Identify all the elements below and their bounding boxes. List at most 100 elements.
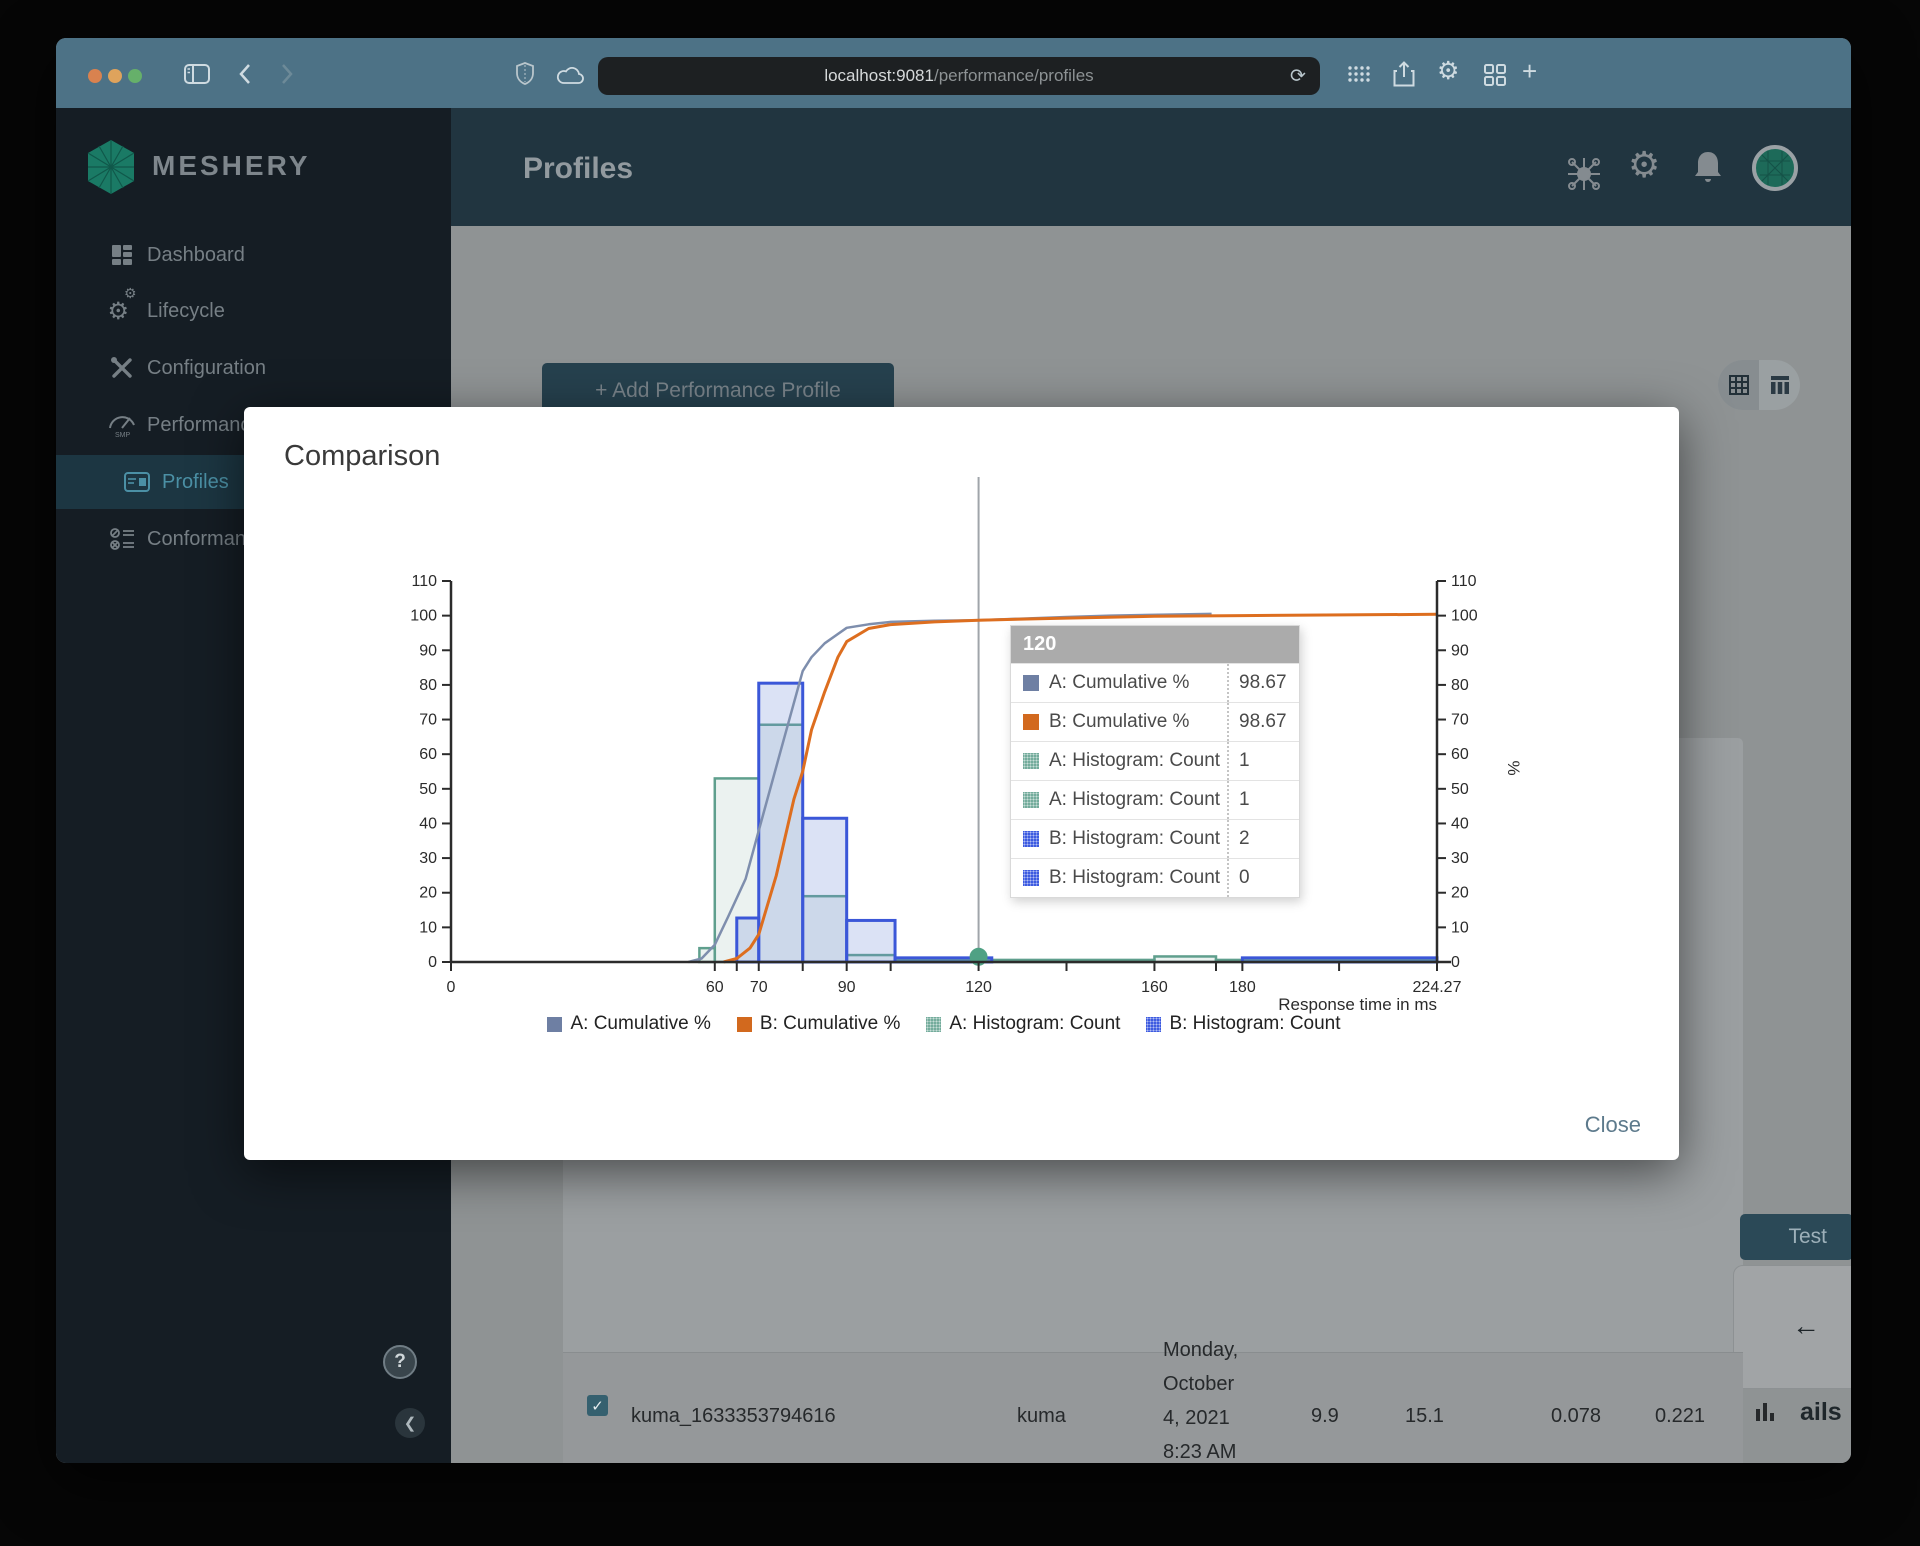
svg-text:20: 20: [419, 885, 437, 902]
grid-view-button[interactable]: [1718, 360, 1759, 410]
legend-item[interactable]: B: Histogram: Count: [1146, 1013, 1341, 1035]
legend-swatch: [926, 1016, 942, 1032]
view-toggle: [1718, 360, 1800, 410]
brand[interactable]: MESHERY: [56, 108, 451, 226]
table-view-button[interactable]: [1759, 360, 1800, 410]
reload-icon[interactable]: ⟳: [1290, 65, 1306, 88]
svg-text:0: 0: [428, 954, 437, 971]
legend-item[interactable]: B: Cumulative %: [736, 1013, 900, 1035]
legend-item[interactable]: A: Histogram: Count: [926, 1013, 1120, 1035]
p50-cell: 0.078: [1551, 1405, 1602, 1427]
profile-mini-card: ←: [1733, 1265, 1851, 1389]
svg-text:224.27: 224.27: [1413, 979, 1462, 996]
cloud-icon[interactable]: [556, 65, 586, 85]
settings-icon[interactable]: ⚙: [1628, 144, 1660, 186]
svg-text:80: 80: [419, 677, 437, 694]
svg-text:70: 70: [419, 712, 437, 729]
svg-text:60: 60: [706, 979, 724, 996]
tooltip-row: A: Cumulative % 98.67: [1011, 663, 1299, 702]
svg-text:80: 80: [1451, 677, 1469, 694]
share-icon[interactable]: [1393, 61, 1415, 87]
svg-text:Response time in ms: Response time in ms: [1278, 995, 1437, 1014]
configuration-tools-icon: [105, 356, 139, 380]
svg-text:0: 0: [447, 979, 456, 996]
svg-text:30: 30: [419, 850, 437, 867]
svg-text:20: 20: [1451, 885, 1469, 902]
svg-text:10: 10: [1451, 919, 1469, 936]
svg-text:90: 90: [838, 979, 856, 996]
svg-text:180: 180: [1229, 979, 1256, 996]
qps-cell: 9.9: [1311, 1405, 1339, 1427]
tooltip-header: 120: [1011, 626, 1299, 663]
privacy-shield-icon[interactable]: [516, 62, 534, 85]
sidebar-item-label: Lifecycle: [147, 299, 225, 322]
comparison-modal: Comparison 0 0 10 10 20 20 30 30 40 40 50 50 60 60 70 7…: [244, 407, 1679, 1160]
svg-text:110: 110: [1451, 573, 1477, 590]
row-checkbox[interactable]: ✓: [587, 1395, 608, 1416]
tooltip-row: B: Histogram: Count 0: [1011, 858, 1299, 897]
sidebar-item-lifecycle[interactable]: ⚙ ⚙ Lifecycle: [56, 284, 451, 338]
user-avatar[interactable]: [1752, 145, 1798, 191]
lifecycle-gears-icon: ⚙ ⚙: [107, 284, 137, 325]
legend-item[interactable]: A: Cumulative %: [547, 1013, 711, 1035]
svg-text:30: 30: [1451, 850, 1469, 867]
new-tab-icon[interactable]: +: [1522, 58, 1537, 84]
svg-text:110: 110: [411, 573, 437, 590]
back-button[interactable]: [238, 63, 252, 85]
sidebar-item-configuration[interactable]: Configuration: [56, 341, 451, 395]
sidebar-item-dashboard[interactable]: Dashboard: [56, 228, 451, 282]
svg-text:0: 0: [1451, 954, 1460, 971]
chart-legend: A: Cumulative % B: Cumulative % A: Histo…: [451, 1013, 1437, 1035]
p99-cell: 0.221: [1655, 1405, 1706, 1427]
tab-overview-icon[interactable]: [1484, 64, 1506, 86]
svg-text:70: 70: [1451, 712, 1469, 729]
url-bar[interactable]: localhost:9081/performance/profiles: [598, 57, 1320, 95]
performance-speedometer-icon: SMP: [105, 412, 139, 438]
settings-gear-icon[interactable]: ⚙: [1437, 59, 1459, 84]
notifications-bell-icon[interactable]: [1692, 150, 1724, 184]
details-heading-partial: ails: [1800, 1398, 1842, 1426]
chart-tooltip: 120 A: Cumulative % 98.67 B: Cumulative …: [1010, 625, 1300, 898]
url-host: localhost:9081: [824, 66, 934, 85]
close-window-button[interactable]: [88, 69, 102, 83]
conformance-checklist-icon: [105, 527, 139, 551]
tooltip-row: B: Histogram: Count 2: [1011, 819, 1299, 858]
series-swatch: [1023, 714, 1039, 730]
svg-text:%: %: [1504, 760, 1523, 775]
grid-view-icon: [1728, 375, 1749, 395]
svg-text:40: 40: [1451, 815, 1469, 832]
view-chart-icon[interactable]: [1755, 1401, 1775, 1423]
run-test-button[interactable]: Test: [1740, 1214, 1851, 1260]
forward-button[interactable]: [280, 63, 294, 85]
svg-text:160: 160: [1141, 979, 1168, 996]
svg-text:60: 60: [419, 746, 437, 763]
sidebar-item-label: Configuration: [147, 356, 266, 379]
tooltip-row: A: Histogram: Count 1: [1011, 741, 1299, 780]
collapse-sidebar-button[interactable]: ❮: [395, 1408, 425, 1438]
meshery-logo-icon: [87, 140, 135, 194]
date-cell: Monday, October 4, 2021 8:23 AM: [1163, 1339, 1239, 1463]
page-title: Profiles: [523, 152, 634, 185]
series-swatch: [1023, 753, 1039, 769]
mesh-adapters-icon[interactable]: [1564, 154, 1604, 194]
tooltip-row: B: Cumulative % 98.67: [1011, 702, 1299, 741]
table-view-icon: [1770, 376, 1789, 394]
profiles-card-icon: [120, 472, 154, 492]
svg-text:50: 50: [1451, 781, 1469, 798]
back-arrow-icon[interactable]: ←: [1792, 1310, 1820, 1342]
dashboard-icon: [105, 243, 139, 267]
series-swatch: [1023, 675, 1039, 691]
url-path: /performance/profiles: [933, 66, 1094, 85]
brand-name: MESHERY: [152, 150, 311, 181]
sidebar-toggle-icon[interactable]: [184, 64, 210, 84]
help-button[interactable]: ?: [383, 1345, 417, 1379]
grid-dots-icon[interactable]: [1347, 65, 1371, 83]
table-row[interactable]: ✓ kuma_1633353794616 kuma Monday, Octobe…: [563, 1339, 1774, 1463]
svg-text:100: 100: [410, 608, 437, 625]
svg-text:70: 70: [750, 979, 768, 996]
svg-text:SMP: SMP: [115, 432, 131, 438]
zoom-window-button[interactable]: [128, 69, 142, 83]
minimize-window-button[interactable]: [108, 69, 122, 83]
series-swatch: [1023, 792, 1039, 808]
close-modal-button[interactable]: Close: [1585, 1112, 1641, 1138]
